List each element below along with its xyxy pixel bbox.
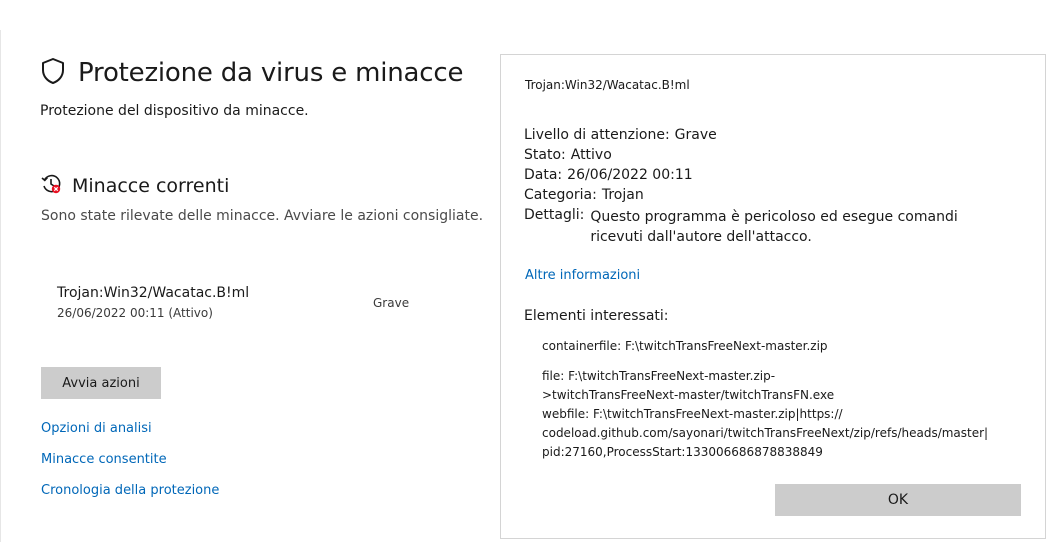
page-header: Protezione da virus e minacce bbox=[40, 56, 463, 90]
status-value: Attivo bbox=[570, 147, 612, 163]
threat-history-icon bbox=[40, 173, 62, 199]
status-label: Stato: bbox=[524, 147, 566, 163]
allowed-threats-link[interactable]: Minacce consentite bbox=[41, 452, 167, 467]
more-info-link[interactable]: Altre informazioni bbox=[525, 268, 640, 283]
section-title: Minacce correnti bbox=[72, 175, 230, 197]
alert-level-value: Grave bbox=[674, 127, 717, 143]
shield-icon bbox=[40, 57, 66, 89]
window-edge bbox=[0, 30, 1, 542]
affected-item: containerfile: F:\twitchTransFreeNext-ma… bbox=[542, 339, 828, 353]
details-row: Dettagli: Questo programma è pericoloso … bbox=[524, 207, 1010, 247]
threat-severity: Grave bbox=[373, 296, 410, 310]
category-label: Categoria: bbox=[524, 187, 597, 203]
status-row: Stato: Attivo bbox=[524, 147, 612, 163]
page-title: Protezione da virus e minacce bbox=[78, 58, 464, 88]
date-label: Data: bbox=[524, 167, 563, 183]
affected-items-label: Elementi interessati: bbox=[524, 308, 669, 324]
section-description: Sono state rilevate delle minacce. Avvia… bbox=[41, 208, 484, 224]
scan-options-link[interactable]: Opzioni di analisi bbox=[41, 421, 152, 436]
affected-item: file: F:\twitchTransFreeNext-master.zip-… bbox=[542, 369, 989, 459]
page-subtitle: Protezione del dispositivo da minacce. bbox=[40, 103, 309, 119]
details-value: Questo programma è pericoloso ed esegue … bbox=[590, 209, 958, 245]
alert-level-label: Livello di attenzione: bbox=[524, 127, 670, 143]
details-label: Dettagli: bbox=[524, 207, 585, 223]
date-row: Data: 26/06/2022 00:11 bbox=[524, 167, 693, 183]
threat-details-dialog: Trojan:Win32/Wacatac.B!ml Livello di att… bbox=[500, 54, 1046, 539]
threat-name[interactable]: Trojan:Win32/Wacatac.B!ml bbox=[57, 285, 249, 301]
date-value: 26/06/2022 00:11 bbox=[567, 167, 693, 183]
start-actions-button[interactable]: Avvia azioni bbox=[41, 367, 161, 399]
category-row: Categoria: Trojan bbox=[524, 187, 644, 203]
category-value: Trojan bbox=[601, 187, 644, 203]
dialog-title: Trojan:Win32/Wacatac.B!ml bbox=[525, 78, 690, 92]
current-threats-header: Minacce correnti bbox=[40, 173, 229, 199]
threat-meta: 26/06/2022 00:11 (Attivo) bbox=[57, 306, 213, 320]
ok-button[interactable]: OK bbox=[775, 484, 1021, 516]
protection-history-link[interactable]: Cronologia della protezione bbox=[41, 483, 219, 498]
alert-level-row: Livello di attenzione: Grave bbox=[524, 127, 717, 143]
